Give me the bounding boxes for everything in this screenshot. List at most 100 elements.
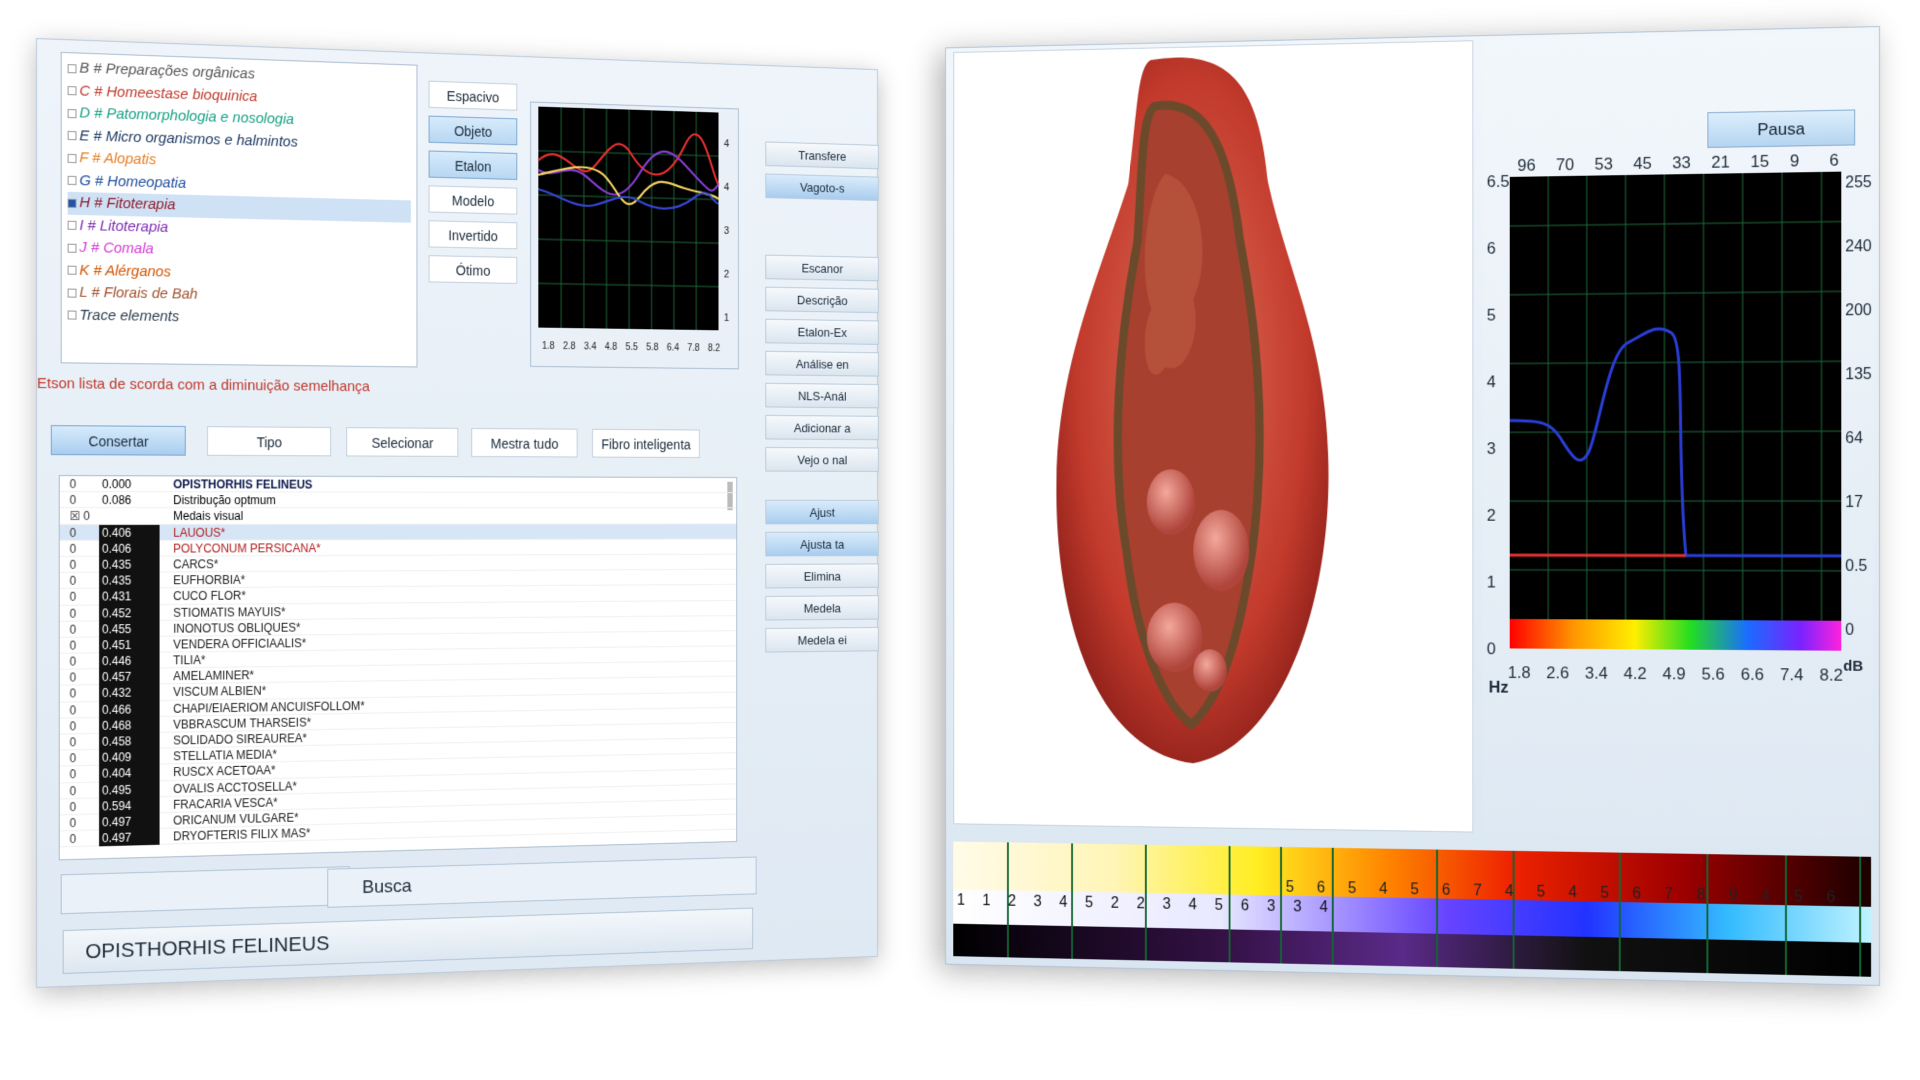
result-index: 0 [69, 557, 77, 572]
main-chart-top-tick: 9 [1790, 151, 1799, 170]
action-button[interactable]: Medela [765, 595, 879, 621]
bottom-strip-top-number: 6 [1317, 879, 1325, 896]
category-checkbox[interactable] [67, 153, 77, 163]
category-checkbox[interactable] [67, 108, 77, 118]
main-chart-top-tick: 6 [1829, 151, 1838, 170]
action-button[interactable]: Análise en [765, 350, 879, 377]
main-chart-left-tick: 0 [1487, 639, 1496, 658]
result-index: 0 [69, 573, 77, 588]
result-row[interactable]: 0 0.000 OPISTHORHIS FELINEUS [59, 476, 737, 494]
bottom-spectrum-strip: 565456745456789456 112345223456334 [953, 841, 1872, 976]
bottom-strip-bottom-number: 6 [1241, 897, 1249, 914]
result-value: 0.458 [99, 732, 160, 751]
result-index: 0 [69, 541, 77, 556]
category-checkbox[interactable] [67, 86, 77, 96]
main-chart-bottom-tick: 5.6 [1702, 664, 1725, 684]
tipo-button[interactable]: Tipo [206, 426, 332, 457]
action-button[interactable]: Medela ei [765, 626, 879, 653]
result-name: Distribução optmum [173, 493, 276, 508]
bottom-strip-bottom-number: 4 [1059, 894, 1067, 911]
result-name: CARCS* [173, 557, 219, 572]
action-button[interactable]: Ajust [765, 499, 879, 525]
action-button[interactable]: Vagoto-s [765, 173, 879, 201]
main-chart-bottom-tick: 1.8 [1508, 663, 1531, 682]
action-button[interactable]: Transfere [765, 141, 879, 170]
bottom-strip-top-number: 8 [1697, 886, 1706, 903]
result-index: 0 [69, 719, 77, 734]
main-chart-top-ticks: 96 70 53 45 33 21 15 9 6 [1517, 151, 1838, 175]
search-button[interactable]: Busca [327, 856, 757, 908]
category-checkbox[interactable] [67, 198, 77, 208]
small-chart-x-tick: 6.4 [667, 343, 680, 354]
small-chart-y-tick: 1 [724, 312, 729, 323]
result-value: 0.446 [99, 652, 160, 670]
main-chart-left-tick: 3 [1487, 439, 1496, 458]
category-checkbox[interactable] [67, 310, 77, 320]
result-row[interactable]: 0 0.406 LAUOUS* [59, 523, 737, 541]
action-button[interactable]: Escanor [765, 254, 879, 282]
action-button[interactable]: Ajusta ta [765, 531, 879, 557]
action-button[interactable]: Elimina [765, 563, 879, 589]
result-index: 0 [69, 686, 77, 701]
bottom-strip-bottom-number: 3 [1267, 898, 1275, 915]
mestra-tudo-button[interactable]: Mestra tudo [471, 427, 578, 458]
bottom-strip-bottom-number: 3 [1163, 896, 1171, 913]
category-checkbox[interactable] [67, 288, 77, 298]
result-value: 0.451 [99, 636, 160, 654]
small-chart-x-tick: 1.8 [542, 341, 555, 352]
result-name: OPISTHORHIS FELINEUS [173, 477, 313, 492]
hz-unit-label: Hz [1489, 677, 1509, 696]
category-checkbox[interactable] [67, 265, 77, 275]
category-checkbox[interactable] [67, 220, 77, 230]
bottom-strip-top-number: 5 [1794, 888, 1803, 906]
small-chart-y-tick: 3 [724, 225, 729, 237]
side-button-espacivo[interactable]: Espacivo [428, 80, 518, 111]
pause-button[interactable]: Pausa [1707, 109, 1856, 148]
category-list[interactable]: B # Preparações orgânicas C # Homeestase … [60, 51, 418, 368]
category-checkbox[interactable] [67, 130, 77, 141]
main-chart-top-tick: 15 [1751, 151, 1770, 171]
side-button-modelo[interactable]: Modelo [428, 185, 518, 215]
action-button[interactable]: Adicionar a [765, 414, 879, 441]
side-button-invertido[interactable]: Invertido [428, 220, 518, 250]
result-index: 0 [69, 606, 77, 621]
result-name: LAUOUS* [173, 525, 226, 540]
search-input[interactable] [60, 866, 350, 915]
consertar-button[interactable]: Consertar [50, 425, 186, 456]
cyst-3 [1146, 602, 1203, 673]
result-row[interactable]: ☒ 0 Medais visual [59, 508, 737, 525]
result-row[interactable]: 0 0.086 Distribução optmum [59, 492, 737, 509]
category-label: C # Homeestase bioquinica [79, 81, 258, 105]
category-item[interactable]: Trace elements [67, 304, 411, 331]
action-button[interactable]: Etalon-Ex [765, 318, 879, 345]
result-index: 0 [69, 590, 77, 605]
side-button-objeto[interactable]: Objeto [428, 115, 518, 146]
category-checkbox[interactable] [67, 175, 77, 186]
bottom-strip-top-number: 4 [1568, 884, 1577, 901]
category-label: K # Alérganos [79, 261, 171, 280]
category-label: G # Homeopatia [79, 171, 186, 192]
organ-view [953, 40, 1474, 833]
selecionar-button[interactable]: Selecionar [346, 427, 459, 457]
bottom-strip-bottom-number: 5 [1215, 897, 1224, 914]
action-button[interactable]: NLS-Anál [765, 382, 879, 409]
result-name: Medais visual [173, 509, 244, 524]
filtro-inteligente-button[interactable]: Fibro inteligenta [592, 428, 700, 459]
results-list[interactable]: 0 0.000 OPISTHORHIS FELINEUS 0 0.086 Distribu… [58, 475, 738, 861]
category-label: H # Fitoterapia [79, 194, 176, 214]
main-chart-left-ticks: 6.5 6 5 4 3 2 1 0 [1487, 172, 1510, 659]
main-chart-top-tick: 45 [1633, 153, 1651, 173]
category-checkbox[interactable] [67, 243, 77, 253]
bottom-strip-top-number: 5 [1410, 881, 1419, 898]
main-chart-top-tick: 21 [1711, 152, 1730, 172]
action-button[interactable]: Descrição [765, 286, 879, 314]
side-button-otimo[interactable]: Ótimo [428, 255, 518, 284]
result-value: 0.431 [99, 588, 160, 606]
side-button-etalon[interactable]: Etalon [428, 150, 518, 181]
action-button[interactable]: Vejo o nal [765, 446, 879, 472]
category-checkbox[interactable] [67, 63, 77, 73]
result-value: 0.497 [99, 829, 160, 847]
stage: B # Preparações orgânicas C # Homeestase … [0, 0, 1920, 1080]
main-chart-right-tick: 0 [1845, 621, 1854, 638]
result-index: 0 [69, 477, 77, 492]
